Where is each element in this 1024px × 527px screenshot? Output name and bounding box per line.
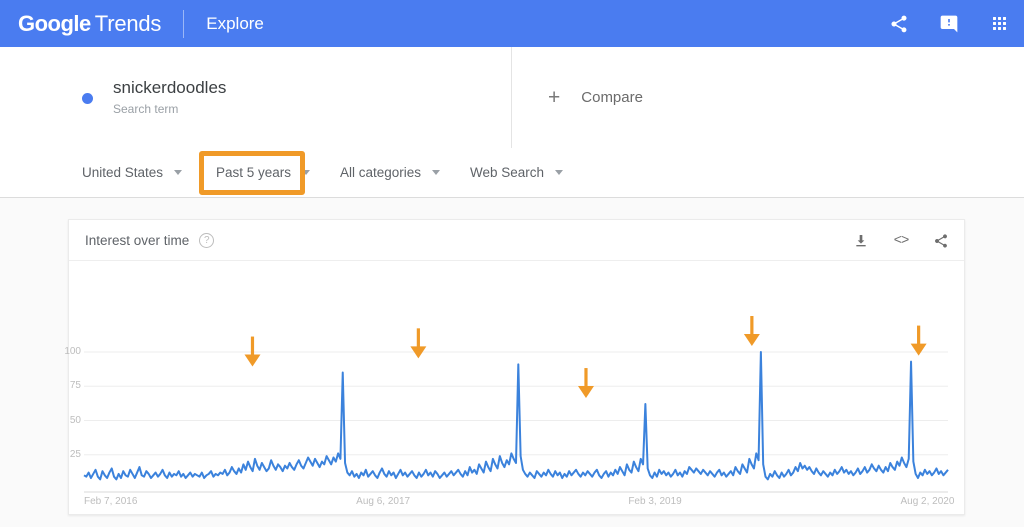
interest-over-time-chart: 25 50 75 100 Feb 7, 2016 Aug 6, 2017 Feb 3, 2… <box>64 261 966 515</box>
search-term-name: snickerdoodles <box>113 78 227 97</box>
x-tick-label: Feb 7, 2016 <box>84 496 138 507</box>
filter-time-range[interactable]: Past 5 years <box>216 165 311 180</box>
search-term-type: Search term <box>113 102 179 116</box>
y-tick-label: 25 <box>69 448 81 460</box>
interest-over-time-card: Interest over time ? <> 25 50 75 100 Feb… <box>64 219 966 515</box>
filter-bar: United States Past 5 years All categorie… <box>0 148 1024 198</box>
card-title: Interest over time <box>85 232 190 248</box>
download-icon[interactable] <box>852 232 870 250</box>
filter-category[interactable]: All categories <box>340 165 441 180</box>
embed-code-icon[interactable]: <> <box>892 232 910 250</box>
trends-explore-page: Google Trends Explore snickerdoodles Sea… <box>0 0 1024 527</box>
app-header: Google Trends Explore <box>0 0 1024 47</box>
explore-nav-item[interactable]: Explore <box>206 14 264 34</box>
chart-canvas <box>83 316 949 493</box>
chevron-down-icon <box>555 170 564 175</box>
filter-search-type-label: Web Search <box>470 165 545 180</box>
chevron-down-icon <box>174 170 183 175</box>
y-tick-label: 100 <box>64 346 81 357</box>
y-tick-label: 75 <box>69 380 81 392</box>
chevron-down-icon <box>432 170 441 175</box>
feedback-icon[interactable] <box>932 7 966 41</box>
filter-category-label: All categories <box>340 165 422 180</box>
search-term-bar: snickerdoodles Search term + Compare <box>0 47 1024 148</box>
compare-label: Compare <box>581 89 643 106</box>
logo-google-text: Google <box>18 10 91 36</box>
share-icon[interactable] <box>932 232 950 250</box>
logo-trends-text: Trends <box>94 10 162 36</box>
header-divider <box>183 9 185 38</box>
trend-line <box>83 351 949 481</box>
x-tick-label: Feb 3, 2019 <box>628 496 682 507</box>
series-color-dot <box>82 93 93 104</box>
filter-time-range-label: Past 5 years <box>216 165 292 180</box>
card-header: Interest over time ? <> <box>69 220 964 261</box>
annotation-arrow-2 <box>410 328 427 359</box>
apps-grid-icon[interactable] <box>982 7 1016 41</box>
x-tick-label: Aug 6, 2017 <box>356 496 411 507</box>
filter-search-type[interactable]: Web Search <box>470 165 564 180</box>
search-term-text: snickerdoodles Search term <box>113 77 226 118</box>
header-actions <box>882 0 1016 47</box>
compare-button[interactable]: + Compare <box>512 47 1024 148</box>
card-actions: <> <box>852 220 950 261</box>
plus-icon: + <box>548 86 561 109</box>
y-tick-label: 50 <box>69 414 81 426</box>
x-tick-label: Aug 2, 2020 <box>900 496 955 507</box>
filter-region[interactable]: United States <box>82 165 183 180</box>
filter-region-label: United States <box>82 165 164 180</box>
annotation-arrow-3 <box>577 368 594 399</box>
search-term-card[interactable]: snickerdoodles Search term <box>0 47 512 148</box>
google-trends-logo[interactable]: Google Trends <box>18 11 161 37</box>
annotation-arrow-4 <box>743 316 760 346</box>
annotation-arrow-5 <box>910 325 927 356</box>
help-circle-icon[interactable]: ? <box>199 232 215 248</box>
chevron-down-icon <box>302 170 311 175</box>
share-icon[interactable] <box>882 7 916 41</box>
